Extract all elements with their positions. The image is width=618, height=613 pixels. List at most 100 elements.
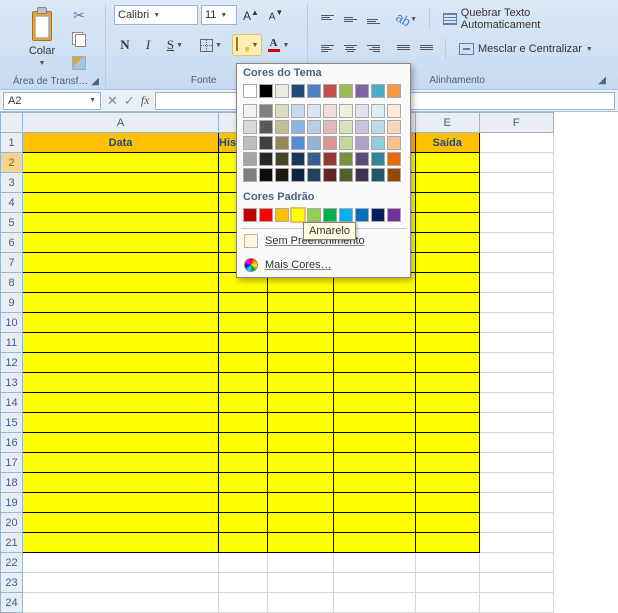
color-swatch[interactable] [371, 136, 385, 150]
cell[interactable] [479, 513, 553, 533]
color-swatch[interactable] [275, 84, 289, 98]
align-right-button[interactable] [362, 38, 384, 60]
cell[interactable] [415, 573, 479, 593]
cell[interactable] [479, 313, 553, 333]
cell[interactable] [479, 593, 553, 613]
color-swatch[interactable] [243, 208, 257, 222]
color-swatch[interactable] [307, 120, 321, 134]
cell[interactable] [267, 313, 333, 333]
row-header[interactable]: 5 [1, 213, 23, 233]
cell[interactable] [479, 373, 553, 393]
color-swatch[interactable] [355, 84, 369, 98]
color-swatch[interactable] [275, 152, 289, 166]
cell[interactable] [23, 253, 219, 273]
cell[interactable] [415, 353, 479, 373]
color-swatch[interactable] [339, 168, 353, 182]
row-header[interactable]: 10 [1, 313, 23, 333]
cell[interactable] [23, 393, 219, 413]
cell[interactable] [333, 413, 415, 433]
cell[interactable] [333, 513, 415, 533]
format-painter-button[interactable] [68, 52, 90, 74]
cell[interactable] [219, 573, 268, 593]
cell[interactable] [333, 373, 415, 393]
color-swatch[interactable] [259, 84, 273, 98]
cut-button[interactable]: ✂ [68, 4, 90, 26]
row-header[interactable]: 4 [1, 193, 23, 213]
cell[interactable] [333, 453, 415, 473]
align-left-button[interactable] [316, 38, 338, 60]
cell[interactable] [23, 173, 219, 193]
color-swatch[interactable] [371, 84, 385, 98]
bold-button[interactable]: N [114, 34, 136, 56]
cell[interactable] [23, 153, 219, 173]
row-header[interactable]: 1 [1, 133, 23, 153]
cell[interactable] [333, 433, 415, 453]
underline-button[interactable]: S▼ [160, 34, 190, 56]
shrink-font-button[interactable]: A▼ [265, 4, 287, 26]
cell[interactable] [267, 353, 333, 373]
cell[interactable] [479, 273, 553, 293]
color-swatch[interactable] [355, 168, 369, 182]
cell[interactable] [415, 593, 479, 613]
cell[interactable] [267, 333, 333, 353]
row-header[interactable]: 2 [1, 153, 23, 173]
merge-center-button[interactable]: Mesclar e Centralizar▼ [454, 40, 598, 58]
cell[interactable] [267, 413, 333, 433]
cell[interactable] [415, 493, 479, 513]
color-swatch[interactable] [259, 120, 273, 134]
cell[interactable] [23, 293, 219, 313]
cell[interactable] [479, 553, 553, 573]
cell[interactable] [415, 413, 479, 433]
color-swatch[interactable] [387, 208, 401, 222]
color-swatch[interactable] [291, 84, 305, 98]
cell[interactable] [219, 553, 268, 573]
cell[interactable] [267, 513, 333, 533]
cell[interactable] [267, 493, 333, 513]
cell[interactable] [23, 433, 219, 453]
color-swatch[interactable] [259, 168, 273, 182]
color-swatch[interactable] [275, 208, 289, 222]
cell[interactable] [479, 533, 553, 553]
cell[interactable] [23, 493, 219, 513]
fx-icon[interactable]: fx [141, 93, 150, 108]
color-swatch[interactable] [291, 136, 305, 150]
row-header[interactable]: 16 [1, 433, 23, 453]
cell[interactable] [333, 333, 415, 353]
color-swatch[interactable] [355, 136, 369, 150]
cell[interactable] [415, 393, 479, 413]
dialog-launcher-icon[interactable]: ◢ [598, 75, 606, 86]
decrease-indent-button[interactable] [392, 38, 414, 60]
cell[interactable] [267, 573, 333, 593]
cell[interactable] [415, 553, 479, 573]
cell[interactable] [219, 473, 268, 493]
row-header[interactable]: 8 [1, 273, 23, 293]
color-swatch[interactable] [355, 104, 369, 118]
color-swatch[interactable] [355, 120, 369, 134]
cell[interactable] [415, 213, 479, 233]
row-header[interactable]: 14 [1, 393, 23, 413]
cell[interactable] [267, 473, 333, 493]
cell[interactable] [415, 453, 479, 473]
color-swatch[interactable] [243, 152, 257, 166]
wrap-text-button[interactable]: Quebrar Texto Automaticament [438, 4, 608, 34]
cell[interactable] [23, 193, 219, 213]
color-swatch[interactable] [307, 136, 321, 150]
color-swatch[interactable] [355, 152, 369, 166]
cell[interactable] [23, 353, 219, 373]
cell[interactable] [219, 413, 268, 433]
cell[interactable] [333, 593, 415, 613]
cell[interactable] [333, 533, 415, 553]
cell[interactable] [479, 333, 553, 353]
cell[interactable] [479, 453, 553, 473]
color-swatch[interactable] [323, 120, 337, 134]
cell[interactable] [415, 153, 479, 173]
row-header[interactable]: 18 [1, 473, 23, 493]
color-swatch[interactable] [371, 152, 385, 166]
color-swatch[interactable] [339, 104, 353, 118]
cell[interactable] [479, 293, 553, 313]
cell[interactable] [267, 293, 333, 313]
cell[interactable] [219, 333, 268, 353]
row-header[interactable]: 11 [1, 333, 23, 353]
cell[interactable] [333, 573, 415, 593]
cell[interactable] [333, 553, 415, 573]
